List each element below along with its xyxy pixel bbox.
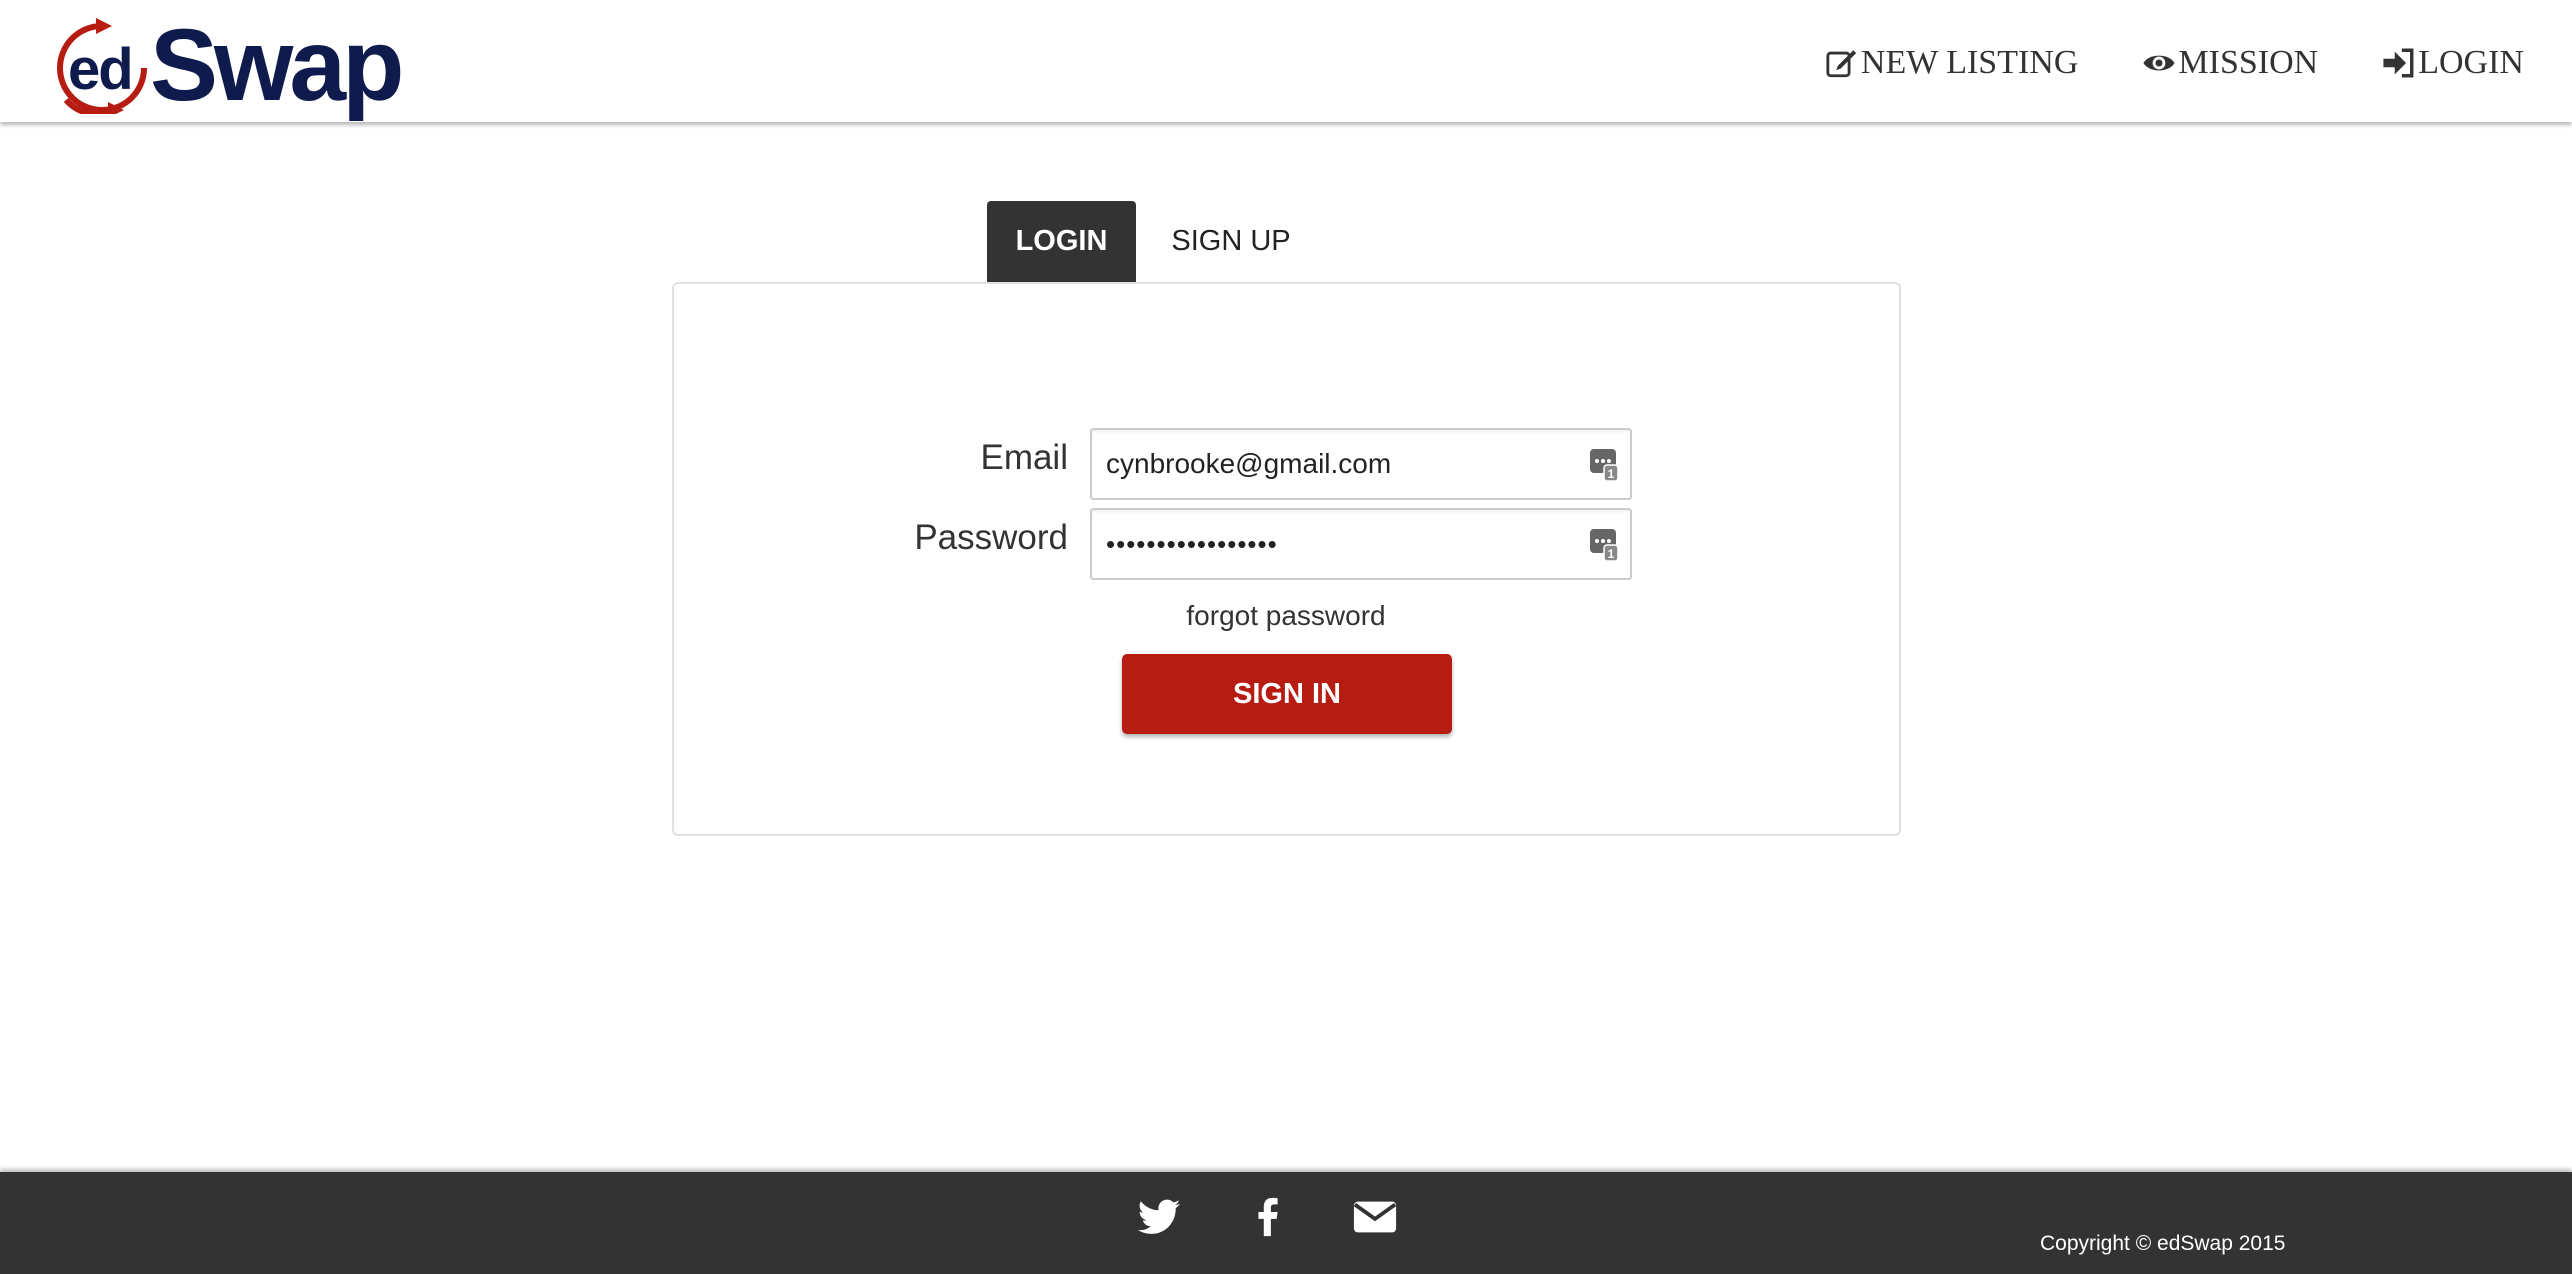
nav-mission[interactable]: MISSION [2142, 44, 2318, 82]
email-label: Email [980, 438, 1068, 477]
password-field-wrapper: 1 [1090, 508, 1632, 580]
nav-login-label: LOGIN [2418, 44, 2524, 81]
envelope-icon[interactable] [1352, 1194, 1398, 1240]
nav-mission-label: MISSION [2178, 44, 2319, 81]
facebook-icon[interactable] [1245, 1194, 1291, 1240]
password-manager-icon[interactable]: 1 [1588, 527, 1620, 563]
forgot-password-link[interactable]: forgot password [1086, 600, 1486, 632]
nav-new-listing[interactable]: NEW LISTING [1825, 44, 2079, 82]
logo-prefix: ed [68, 37, 134, 102]
edit-icon [1826, 50, 1857, 78]
sign-in-icon [2383, 48, 2414, 78]
email-field[interactable] [1106, 430, 1576, 498]
main-nav: NEW LISTING MISSION LOGIN [1825, 44, 2524, 82]
password-label: Password [914, 518, 1068, 557]
footer [0, 1172, 2572, 1274]
nav-login[interactable]: LOGIN [2382, 44, 2524, 82]
svg-text:1: 1 [1608, 547, 1615, 561]
sign-in-button[interactable]: SIGN IN [1122, 654, 1452, 734]
password-field[interactable] [1106, 510, 1576, 578]
eye-icon [2143, 55, 2176, 71]
edswap-logo[interactable]: ed Swap [46, 10, 416, 120]
tab-signup[interactable]: SIGN UP [1156, 201, 1306, 282]
top-navbar: ed Swap NEW LISTING MISSION LOGIN [0, 0, 2572, 122]
password-manager-icon[interactable]: 1 [1588, 447, 1620, 483]
twitter-icon[interactable] [1136, 1194, 1182, 1240]
copyright-text: Copyright © edSwap 2015 [2040, 1232, 2286, 1255]
svg-text:1: 1 [1608, 467, 1615, 481]
nav-new-listing-label: NEW LISTING [1860, 44, 2079, 81]
tab-login[interactable]: LOGIN [987, 201, 1136, 282]
logo-name: Swap [150, 8, 404, 122]
email-field-wrapper: 1 [1090, 428, 1632, 500]
